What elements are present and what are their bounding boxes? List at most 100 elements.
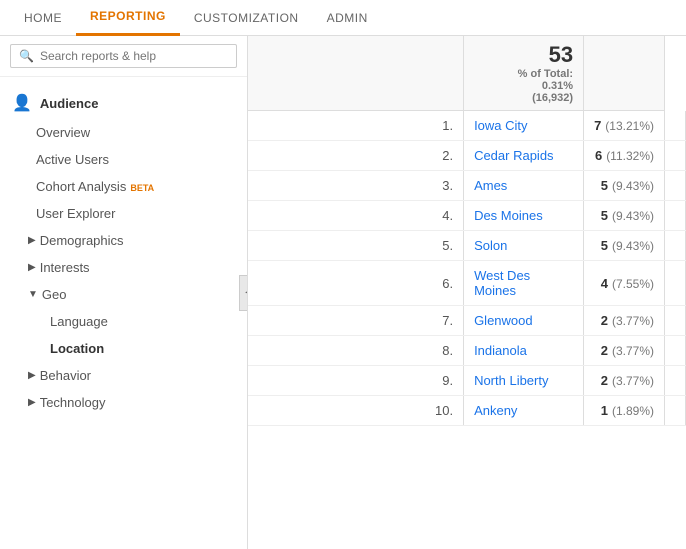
rank-cell: 6. [248, 261, 464, 306]
main-content: 53 % of Total: 0.31% (16,932) 1.Iowa Cit… [248, 36, 686, 549]
search-input-wrapper[interactable]: 🔍 [10, 44, 237, 68]
audience-icon: 👤 [12, 93, 32, 113]
sidebar-group-demographics[interactable]: ▶ Demographics [0, 227, 247, 254]
sidebar-item-active-users[interactable]: Active Users [0, 146, 247, 173]
value-cell: 2 (3.77%) [584, 306, 665, 336]
table-row: 4.Des Moines5(9.43%) [248, 201, 686, 231]
table-row: 8.Indianola 2 (3.77%) [248, 336, 686, 366]
value-percent: (9.43%) [612, 239, 654, 253]
partial-cell [665, 336, 686, 366]
value-percent: (13.21%) [605, 119, 654, 133]
value-percent: (11.32%) [606, 149, 654, 163]
header-total-value: 53 [474, 42, 573, 68]
city-cell[interactable]: Iowa City [464, 111, 584, 141]
rank-cell: 4. [248, 201, 464, 231]
beta-badge: BETA [130, 183, 154, 193]
value-cell: 2 (3.77%) [584, 366, 665, 396]
city-cell[interactable]: Ankeny [464, 396, 584, 426]
city-cell[interactable]: Ames [464, 171, 584, 201]
rank-cell: 9. [248, 366, 464, 396]
value-number: 1 [601, 403, 608, 418]
table-row: 3.Ames5(9.43%) [248, 171, 686, 201]
partial-cell [665, 111, 686, 141]
sidebar-group-interests[interactable]: ▶ Interests [0, 254, 247, 281]
value-percent: (1.89%) [612, 404, 654, 418]
cohort-label: Cohort Analysis [36, 179, 126, 194]
partial-cell [665, 261, 686, 306]
value-cell: 7 (13.21%) [584, 111, 665, 141]
table-row: 6.West Des Moines 4 (7.55%) [248, 261, 686, 306]
value-cell: 5(9.43%) [584, 231, 665, 261]
partial-cell [665, 201, 686, 231]
geo-label: Geo [42, 287, 67, 302]
value-number: 2 [601, 373, 608, 388]
nav-admin[interactable]: ADMIN [313, 0, 382, 36]
rank-cell: 8. [248, 336, 464, 366]
table-row: 2.Cedar Rapids6(11.32%) [248, 141, 686, 171]
sidebar-item-user-explorer[interactable]: User Explorer [0, 200, 247, 227]
value-cell: 5(9.43%) [584, 201, 665, 231]
value-cell: 5(9.43%) [584, 171, 665, 201]
partial-cell [665, 171, 686, 201]
rank-cell: 1. [248, 111, 464, 141]
value-number: 7 [594, 118, 601, 133]
header-sub2: 0.31% [474, 80, 573, 92]
triangle-icon: ▶ [28, 235, 36, 246]
audience-header[interactable]: 👤 Audience [0, 87, 247, 119]
value-column-header: 53 % of Total: 0.31% (16,932) [464, 36, 584, 111]
value-percent: (3.77%) [612, 374, 654, 388]
city-cell[interactable]: Des Moines [464, 201, 584, 231]
value-cell: 1 (1.89%) [584, 396, 665, 426]
rank-cell: 5. [248, 231, 464, 261]
rank-cell: 2. [248, 141, 464, 171]
city-cell[interactable]: Glenwood [464, 306, 584, 336]
city-cell[interactable]: West Des Moines [464, 261, 584, 306]
partial-cell [665, 306, 686, 336]
table-row: 5.Solon5(9.43%) [248, 231, 686, 261]
triangle-icon: ▶ [28, 397, 36, 408]
table-row: 1.Iowa City 7 (13.21%) [248, 111, 686, 141]
partial-column-header [584, 36, 665, 111]
sidebar-group-behavior[interactable]: ▶ Behavior [0, 362, 247, 389]
sidebar-item-location[interactable]: Location [0, 335, 247, 362]
value-percent: (7.55%) [612, 277, 654, 291]
value-percent: (9.43%) [612, 209, 654, 223]
city-cell[interactable]: Solon [464, 231, 584, 261]
value-number: 2 [601, 343, 608, 358]
table-row: 10.Ankeny 1 (1.89%) [248, 396, 686, 426]
table-row: 7.Glenwood2(3.77%) [248, 306, 686, 336]
partial-cell [665, 366, 686, 396]
city-cell[interactable]: North Liberty [464, 366, 584, 396]
city-cell[interactable]: Cedar Rapids [464, 141, 584, 171]
audience-label: Audience [40, 96, 99, 111]
rank-cell: 3. [248, 171, 464, 201]
header-sub3: (16,932) [474, 92, 573, 104]
value-number: 5 [601, 178, 608, 193]
value-number: 2 [601, 313, 608, 328]
value-percent: (3.77%) [612, 344, 654, 358]
search-box: 🔍 [0, 36, 247, 77]
nav-reporting[interactable]: REPORTING [76, 0, 180, 36]
search-input[interactable] [40, 49, 228, 63]
city-column-header [248, 36, 464, 111]
value-percent: (3.77%) [612, 314, 654, 328]
header-sub1: % of Total: [474, 68, 573, 80]
city-cell[interactable]: Indianola [464, 336, 584, 366]
search-icon: 🔍 [19, 49, 34, 63]
nav-customization[interactable]: CUSTOMIZATION [180, 0, 313, 36]
rank-cell: 10. [248, 396, 464, 426]
sidebar-item-overview[interactable]: Overview [0, 119, 247, 146]
sidebar: 🔍 👤 Audience Overview Active Users Cohor… [0, 36, 248, 549]
sidebar-item-language[interactable]: Language [0, 308, 247, 335]
demographics-label: Demographics [40, 233, 124, 248]
sidebar-group-technology[interactable]: ▶ Technology [0, 389, 247, 416]
value-number: 4 [601, 276, 608, 291]
nav-home[interactable]: HOME [10, 0, 76, 36]
partial-cell [665, 141, 686, 171]
sidebar-group-geo[interactable]: ▼ Geo [0, 281, 247, 308]
interests-label: Interests [40, 260, 90, 275]
data-table: 53 % of Total: 0.31% (16,932) 1.Iowa Cit… [248, 36, 686, 426]
behavior-label: Behavior [40, 368, 91, 383]
sidebar-item-cohort-analysis[interactable]: Cohort Analysis BETA [0, 173, 247, 200]
sidebar-collapse-button[interactable]: ◀ [239, 275, 248, 311]
